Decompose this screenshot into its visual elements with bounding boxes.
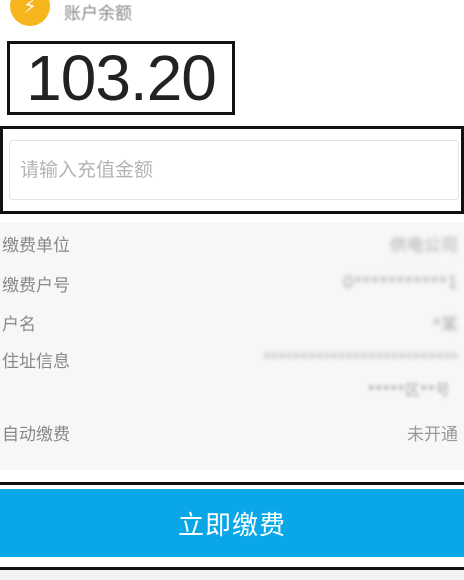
auto-pay-label: 自动缴费 — [2, 424, 70, 445]
address-value-line2: *****区**号 — [367, 381, 450, 399]
lightning-icon: ⚡ — [10, 0, 50, 26]
recharge-amount-input[interactable] — [9, 140, 459, 200]
auto-pay-status: 未开通 — [407, 424, 458, 445]
pay-now-button[interactable]: 立即缴费 — [0, 489, 464, 557]
info-row-account-number: 缴费户号 0***********1 — [0, 265, 464, 301]
payment-unit-value: 供电公司 — [390, 235, 458, 256]
bottom-spacer — [0, 570, 464, 580]
balance-display: 103.20 — [7, 41, 235, 115]
account-number-value: 0***********1 — [342, 273, 458, 293]
account-number-label: 缴费户号 — [2, 275, 70, 296]
info-row-account-name: 户名 *某 — [0, 304, 464, 340]
account-name-label: 户名 — [2, 314, 36, 335]
balance-section: ⚡ 账户余额 103.20 — [0, 0, 464, 222]
balance-header: ⚡ 账户余额 — [0, 0, 132, 26]
info-row-auto-pay: 自动缴费 未开通 — [0, 414, 464, 450]
payment-unit-label: 缴费单位 — [2, 235, 70, 256]
info-row-payment-unit: 缴费单位 供电公司 — [0, 225, 464, 261]
account-name-value: *某 — [432, 314, 459, 335]
address-value-line1: ************************** — [263, 349, 458, 367]
balance-value: 103.20 — [26, 42, 217, 114]
pay-button-container: 立即缴费 — [0, 482, 464, 570]
balance-header-label: 账户余额 — [64, 3, 132, 24]
recharge-input-container — [0, 126, 464, 214]
address-label: 住址信息 — [2, 352, 70, 372]
